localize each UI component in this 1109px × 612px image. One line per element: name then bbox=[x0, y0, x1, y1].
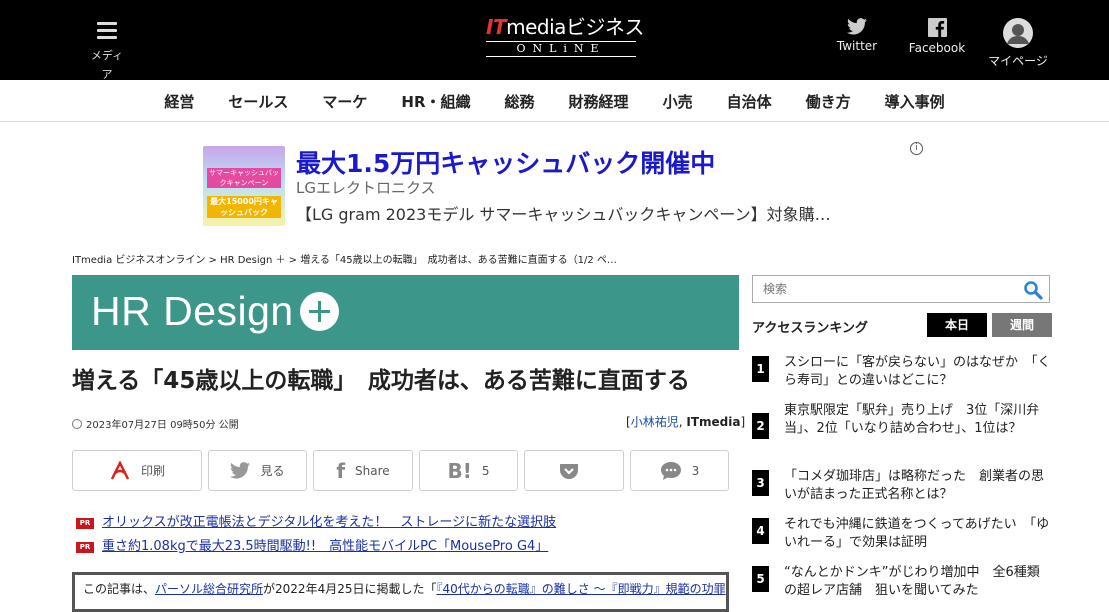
nav-item-local-government[interactable]: 自治体 bbox=[710, 91, 789, 112]
search-icon[interactable] bbox=[1023, 280, 1043, 300]
banner-title: HR Design bbox=[91, 288, 294, 334]
rank-number: 3 bbox=[752, 470, 769, 496]
hr-design-banner[interactable]: HR Design bbox=[72, 275, 739, 350]
site-header: メディア ITmediaビジネス ONLiNE Twitter Facebook… bbox=[0, 0, 1109, 82]
notice-source-link[interactable]: パーソル総合研究所 bbox=[155, 582, 263, 596]
facebook-icon bbox=[927, 18, 947, 37]
twitter-label: Twitter bbox=[836, 39, 878, 53]
facebook-link[interactable]: Facebook bbox=[906, 18, 968, 55]
ad-info-icon[interactable]: i bbox=[910, 142, 923, 155]
nav-item-hr[interactable]: HR・組織 bbox=[384, 91, 487, 112]
ranking-title-link[interactable]: 東京駅限定「駅弁」売り上げ 3位「深川弁当」、2位「いなり詰め合わせ」、1位は？ bbox=[784, 402, 1052, 438]
twitter-link[interactable]: Twitter bbox=[836, 18, 878, 53]
hamburger-icon bbox=[97, 22, 117, 40]
publish-date: 2023年07月27日 09時50分 公開 bbox=[72, 416, 239, 431]
nav-item-sales[interactable]: セールス bbox=[211, 91, 305, 112]
ad-image-caption: サマーキャッシュバックキャンペーン bbox=[207, 168, 281, 188]
print-button[interactable]: 印刷 bbox=[72, 450, 202, 491]
tab-today[interactable]: 本日 bbox=[927, 313, 987, 337]
pr-link-mousepro[interactable]: 重さ約1.08kgで最大23.5時間駆動!! 高性能モバイルPC「MousePr… bbox=[102, 539, 548, 554]
search-box bbox=[752, 275, 1050, 303]
nav-item-retail[interactable]: 小売 bbox=[646, 91, 710, 112]
rank-number: 1 bbox=[752, 356, 769, 382]
breadcrumb[interactable]: ITmedia ビジネスオンライン > HR Design ＋ > 増える「45… bbox=[72, 251, 617, 266]
tweet-button[interactable]: 見る bbox=[208, 450, 307, 491]
notice-prefix: この記事は、 bbox=[83, 582, 156, 596]
twitter-bird-icon bbox=[230, 462, 251, 479]
pr-tag: PR bbox=[76, 518, 94, 529]
logo-media: media bbox=[506, 15, 566, 39]
clock-icon bbox=[72, 419, 82, 429]
ad-sponsor: LGエレクトロニクス bbox=[296, 179, 436, 197]
media-menu-label: メディア bbox=[90, 49, 124, 81]
tab-weekly[interactable]: 週間 bbox=[992, 313, 1052, 337]
pocket-button[interactable] bbox=[524, 450, 624, 491]
author-separator: , bbox=[678, 415, 683, 429]
facebook-share-button[interactable]: f Share bbox=[313, 450, 413, 491]
ranking-title-link[interactable]: 「コメダ珈琲店」は略称だった 創業者の思いが詰まった正式名称とは？ bbox=[784, 468, 1052, 504]
nav-item-work-style[interactable]: 働き方 bbox=[789, 91, 868, 112]
nav-item-marketing[interactable]: マーケ bbox=[305, 91, 384, 112]
logo-it: IT bbox=[486, 15, 507, 39]
user-avatar-icon bbox=[1003, 18, 1033, 48]
ad-image-amount: 最大15000円キャッシュバック bbox=[207, 196, 281, 218]
plus-icon bbox=[300, 292, 339, 331]
ranking-title-link[interactable]: スシローに「客が戻らない」のはなぜか 「くら寿司」との違いはどこに？ bbox=[784, 354, 1052, 390]
rank-number: 5 bbox=[752, 566, 769, 592]
nav-item-finance[interactable]: 財務経理 bbox=[552, 91, 646, 112]
tweet-label: 見る bbox=[260, 464, 285, 478]
article-author: [小林祐児, ITmedia] bbox=[626, 413, 745, 430]
author-name-link[interactable]: 小林祐児 bbox=[631, 415, 679, 429]
pr-item: PR 重さ約1.08kgで最大23.5時間駆動!! 高性能モバイルPC「Mouse… bbox=[76, 535, 548, 554]
comment-icon bbox=[660, 461, 681, 480]
facebook-share-label: Share bbox=[355, 463, 390, 478]
hatena-bookmark-icon: B! bbox=[447, 458, 472, 483]
pocket-icon bbox=[560, 463, 578, 479]
facebook-label: Facebook bbox=[908, 41, 966, 55]
access-ranking-title: アクセスランキング bbox=[752, 321, 868, 336]
media-menu-button[interactable]: メディア bbox=[86, 22, 128, 82]
hatena-bookmark-button[interactable]: B! 5 bbox=[419, 450, 518, 491]
hatena-count: 5 bbox=[481, 463, 490, 478]
print-label: 印刷 bbox=[140, 464, 165, 478]
nav-item-case-studies[interactable]: 導入事例 bbox=[868, 91, 962, 112]
ad-image[interactable]: サマーキャッシュバックキャンペーン 最大15000円キャッシュバック bbox=[203, 146, 285, 226]
advertisement[interactable]: サマーキャッシュバックキャンペーン 最大15000円キャッシュバック 最大1.5… bbox=[200, 140, 930, 230]
article-headline: 増える「45歳以上の転職」 成功者は、ある苦難に直面する bbox=[72, 368, 690, 394]
pr-item: PR オリックスが改正電帳法とデジタル化を考えた！ ストレージに新たな選択肢 bbox=[76, 511, 556, 530]
ad-description[interactable]: 【LG gram 2023モデル サマーキャッシュバックキャンペーン】対象購… bbox=[296, 201, 831, 225]
mypage-label: マイページ bbox=[988, 54, 1048, 68]
search-input[interactable] bbox=[753, 276, 1013, 302]
logo-business: ビジネス bbox=[565, 15, 645, 39]
rank-number: 2 bbox=[752, 413, 769, 439]
print-pdf-icon bbox=[110, 460, 130, 480]
notice-article-link[interactable]: 『40代からの転職』の難しさ ～『即戦力』規範の功罪 bbox=[436, 582, 725, 596]
comment-count: 3 bbox=[691, 463, 700, 478]
author-org: ITmedia bbox=[686, 415, 741, 429]
category-nav: 経営 セールス マーケ HR・組織 総務 財務経理 小売 自治体 働き方 導入事… bbox=[0, 80, 1109, 122]
source-notice: この記事は、パーソル総合研究所が2022年4月25日に掲載した「『40代からの転… bbox=[72, 572, 729, 612]
twitter-icon bbox=[847, 18, 867, 35]
site-logo[interactable]: ITmediaビジネス ONLiNE bbox=[486, 15, 644, 62]
rank-number: 4 bbox=[752, 518, 769, 544]
author-bracket-close: ] bbox=[740, 415, 746, 429]
ad-title[interactable]: 最大1.5万円キャッシュバック開催中 bbox=[296, 144, 715, 180]
ranking-title-link[interactable]: “なんとかドンキ”がじわり増加中 全6種類の超レア店舗 狙いを聞いてみた bbox=[784, 564, 1052, 600]
facebook-f-icon: f bbox=[336, 458, 346, 483]
notice-middle: が2022年4月25日に掲載した「 bbox=[263, 582, 437, 596]
comment-button[interactable]: 3 bbox=[630, 450, 729, 491]
publish-date-text: 2023年07月27日 09時50分 公開 bbox=[86, 420, 239, 431]
nav-item-management[interactable]: 経営 bbox=[147, 91, 211, 112]
nav-item-general-affairs[interactable]: 総務 bbox=[488, 91, 552, 112]
pr-tag: PR bbox=[76, 542, 94, 553]
mypage-link[interactable]: マイページ bbox=[988, 18, 1048, 69]
logo-online: ONLiNE bbox=[486, 41, 636, 57]
pr-link-orix[interactable]: オリックスが改正電帳法とデジタル化を考えた！ ストレージに新たな選択肢 bbox=[102, 515, 556, 530]
ranking-title-link[interactable]: それでも沖縄に鉄道をつくってあげたい 「ゆいれーる」で効果は証明 bbox=[784, 516, 1052, 552]
